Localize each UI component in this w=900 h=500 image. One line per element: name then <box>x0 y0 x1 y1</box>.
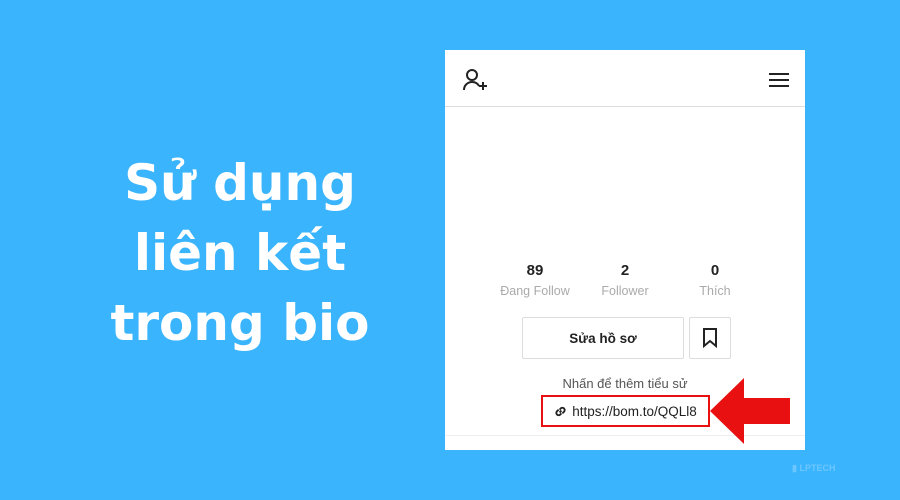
menu-icon[interactable] <box>769 72 789 88</box>
profile-stats: 89 Đang Follow 2 Follower 0 Thích <box>490 262 760 298</box>
bookmark-icon <box>703 328 717 348</box>
bio-link[interactable]: https://bom.to/QQLl8 <box>541 395 710 427</box>
top-bar <box>445 50 805 107</box>
stat-value: 2 <box>620 262 630 279</box>
stat-label: Follower <box>601 284 649 298</box>
stat-value: 89 <box>526 262 544 279</box>
stat-following[interactable]: 89 Đang Follow <box>490 262 580 298</box>
add-user-icon[interactable] <box>463 68 489 92</box>
link-icon <box>555 406 566 416</box>
logo-text: LPTECH <box>799 463 836 473</box>
headline-line: Sử dụng <box>124 154 356 212</box>
headline: Sử dụng liên kết trong bio <box>60 148 420 358</box>
stat-label: Thích <box>699 284 731 298</box>
stat-likes[interactable]: 0 Thích <box>670 262 760 298</box>
edit-profile-button[interactable]: Sửa hồ sơ <box>522 317 684 359</box>
lptech-logo: ▮ LPTECH <box>792 463 836 473</box>
headline-line: liên kết <box>133 224 347 282</box>
stat-value: 0 <box>710 262 720 279</box>
headline-line: trong bio <box>110 294 370 352</box>
bio-link-text: https://bom.to/QQLl8 <box>572 403 697 419</box>
bookmark-button[interactable] <box>689 317 731 359</box>
stat-label: Đang Follow <box>500 284 570 298</box>
red-arrow-icon <box>710 378 790 444</box>
stat-followers[interactable]: 2 Follower <box>580 262 670 298</box>
